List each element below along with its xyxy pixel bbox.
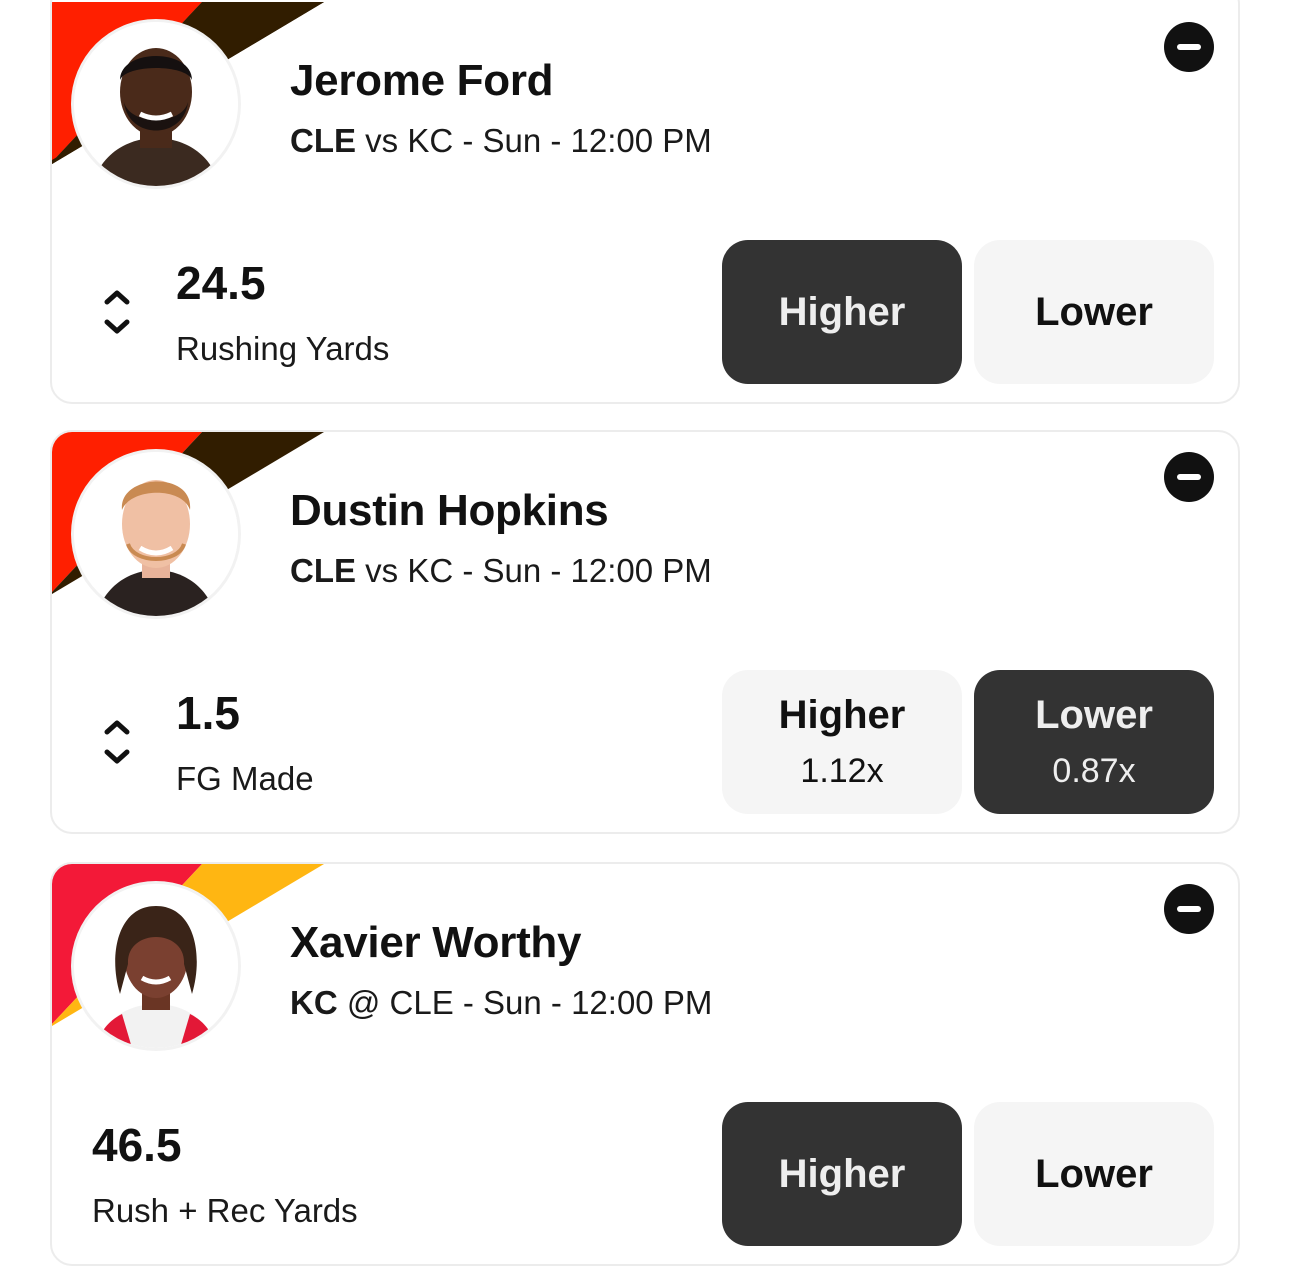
higher-button[interactable]: Higher xyxy=(722,1102,962,1246)
lower-button[interactable]: Lower xyxy=(974,240,1214,384)
team-abbr: CLE xyxy=(290,122,356,159)
remove-pick-button[interactable] xyxy=(1164,452,1214,502)
team-abbr: KC xyxy=(290,984,338,1021)
lower-multiplier: 0.87x xyxy=(1052,752,1136,790)
stat-type: Rush + Rec Yards xyxy=(92,1192,358,1229)
chevron-up-down-icon[interactable] xyxy=(100,712,134,772)
higher-label: Higher xyxy=(778,1151,906,1196)
matchup-text: vs KC - Sun - 12:00 PM xyxy=(356,122,712,159)
projection-line: 46.5 xyxy=(92,1119,182,1171)
lower-label: Lower xyxy=(1035,289,1153,334)
game-info: CLE vs KC - Sun - 12:00 PM xyxy=(290,552,712,590)
pick-card: Dustin Hopkins CLE vs KC - Sun - 12:00 P… xyxy=(50,430,1240,834)
lower-button[interactable]: Lower 0.87x xyxy=(974,670,1214,814)
team-abbr: CLE xyxy=(290,552,356,589)
player-avatar xyxy=(74,22,238,186)
matchup-text: @ CLE - Sun - 12:00 PM xyxy=(337,984,713,1021)
higher-label: Higher xyxy=(778,289,906,334)
game-info: CLE vs KC - Sun - 12:00 PM xyxy=(290,122,712,160)
player-name: Xavier Worthy xyxy=(290,918,582,967)
projection-line: 1.5 xyxy=(176,687,240,739)
lower-button[interactable]: Lower xyxy=(974,1102,1214,1246)
lower-label: Lower xyxy=(1035,693,1153,737)
pick-card: Jerome Ford CLE vs KC - Sun - 12:00 PM 2… xyxy=(50,0,1240,404)
lower-label: Lower xyxy=(1035,1151,1153,1196)
projection-line: 24.5 xyxy=(176,257,266,309)
higher-label: Higher xyxy=(778,693,906,737)
stat-type: Rushing Yards xyxy=(176,330,390,367)
stat-type: FG Made xyxy=(176,760,314,797)
pick-card: Xavier Worthy KC @ CLE - Sun - 12:00 PM … xyxy=(50,862,1240,1266)
player-avatar xyxy=(74,884,238,1048)
player-avatar xyxy=(74,452,238,616)
remove-pick-button[interactable] xyxy=(1164,884,1214,934)
higher-button[interactable]: Higher xyxy=(722,240,962,384)
higher-multiplier: 1.12x xyxy=(800,752,884,790)
chevron-up-down-icon[interactable] xyxy=(100,282,134,342)
player-name: Dustin Hopkins xyxy=(290,486,609,535)
remove-pick-button[interactable] xyxy=(1164,22,1214,72)
higher-button[interactable]: Higher 1.12x xyxy=(722,670,962,814)
game-info: KC @ CLE - Sun - 12:00 PM xyxy=(290,984,712,1022)
player-name: Jerome Ford xyxy=(290,56,554,105)
matchup-text: vs KC - Sun - 12:00 PM xyxy=(356,552,712,589)
